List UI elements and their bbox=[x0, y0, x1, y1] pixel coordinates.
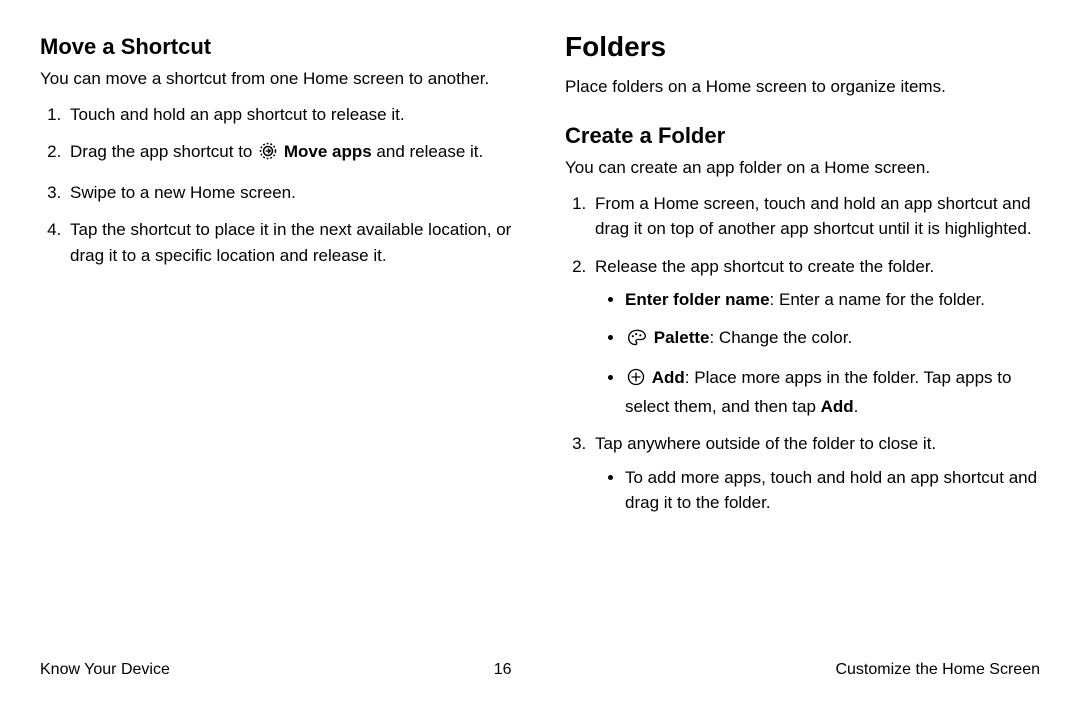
move-apps-icon bbox=[259, 142, 277, 168]
list-item: From a Home screen, touch and hold an ap… bbox=[591, 191, 1040, 242]
list-item: Release the app shortcut to create the f… bbox=[591, 254, 1040, 420]
move-shortcut-intro: You can move a shortcut from one Home sc… bbox=[40, 66, 515, 92]
folder-options: Enter folder name: Enter a name for the … bbox=[595, 287, 1040, 419]
page-body: Move a Shortcut You can move a shortcut … bbox=[0, 0, 1080, 640]
move-shortcut-heading: Move a Shortcut bbox=[40, 34, 515, 60]
folders-intro: Place folders on a Home screen to organi… bbox=[565, 74, 1040, 100]
create-folder-steps: From a Home screen, touch and hold an ap… bbox=[565, 191, 1040, 516]
list-item: Drag the app shortcut to Move apps and r… bbox=[66, 139, 515, 168]
right-column: Folders Place folders on a Home screen t… bbox=[540, 30, 1040, 640]
list-item: To add more apps, touch and hold an app … bbox=[625, 465, 1040, 516]
folders-heading: Folders bbox=[565, 30, 1040, 64]
list-item: Tap the shortcut to place it in the next… bbox=[66, 217, 515, 268]
left-column: Move a Shortcut You can move a shortcut … bbox=[40, 30, 540, 640]
list-item: Tap anywhere outside of the folder to cl… bbox=[591, 431, 1040, 516]
add-more-note: To add more apps, touch and hold an app … bbox=[595, 465, 1040, 516]
footer-right: Customize the Home Screen bbox=[835, 661, 1040, 679]
list-item: Enter folder name: Enter a name for the … bbox=[625, 287, 1040, 313]
list-item: Palette: Change the color. bbox=[625, 325, 1040, 354]
list-item: Add: Place more apps in the folder. Tap … bbox=[625, 365, 1040, 419]
add-icon bbox=[627, 368, 645, 394]
create-folder-heading: Create a Folder bbox=[565, 123, 1040, 149]
palette-icon bbox=[627, 328, 647, 354]
create-folder-intro: You can create an app folder on a Home s… bbox=[565, 155, 1040, 181]
move-shortcut-steps: Touch and hold an app shortcut to releas… bbox=[40, 102, 515, 269]
list-item: Touch and hold an app shortcut to releas… bbox=[66, 102, 515, 128]
page-number: 16 bbox=[494, 661, 512, 679]
page-footer: Know Your Device 16 Customize the Home S… bbox=[0, 640, 1080, 700]
footer-left: Know Your Device bbox=[40, 661, 170, 679]
list-item: Swipe to a new Home screen. bbox=[66, 180, 515, 206]
